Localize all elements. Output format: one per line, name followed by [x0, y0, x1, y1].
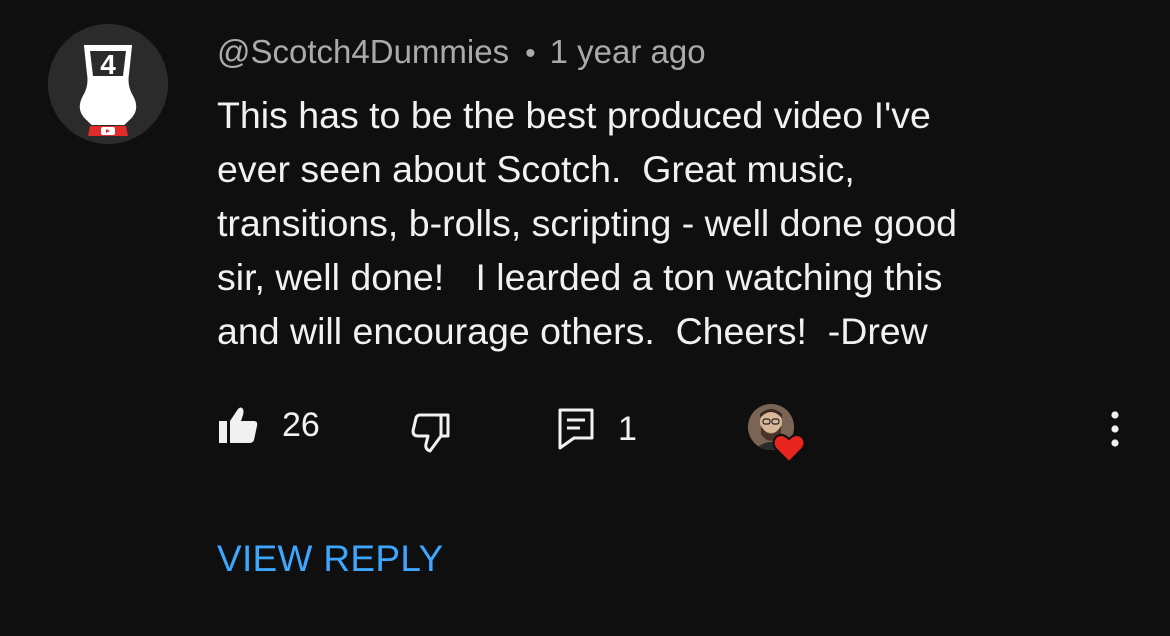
like-button[interactable]: 26: [218, 405, 320, 445]
comment-meta: @Scotch4Dummies • 1 year ago: [217, 30, 706, 76]
comment-icon: [558, 408, 594, 450]
reply-button[interactable]: 1: [558, 408, 637, 450]
comment-line: sir, well done! I learded a ton watching…: [217, 256, 943, 298]
more-options-button[interactable]: [1100, 404, 1130, 454]
author-handle[interactable]: @Scotch4Dummies: [217, 33, 509, 70]
comment-body: This has to be the best produced video I…: [217, 88, 1147, 358]
like-count: 26: [282, 405, 320, 444]
author-avatar[interactable]: 4: [48, 24, 168, 144]
comment-timestamp[interactable]: 1 year ago: [550, 33, 706, 70]
reply-count: 1: [618, 409, 637, 448]
comment-line: This has to be the best produced video I…: [217, 94, 931, 136]
more-vertical-icon: [1111, 411, 1119, 447]
comment-line: and will encourage others. Cheers! -Drew: [217, 310, 928, 352]
heart-icon: [772, 433, 806, 464]
comment-line: transitions, b-rolls, scripting - well d…: [217, 202, 957, 244]
comment-line: ever seen about Scotch. Great music,: [217, 148, 855, 190]
creator-heart-badge: [748, 404, 808, 468]
meta-separator: •: [525, 37, 536, 70]
svg-text:4: 4: [100, 49, 116, 80]
dislike-button[interactable]: [410, 412, 452, 454]
view-reply-link[interactable]: VIEW REPLY: [217, 538, 443, 580]
scotch-glass-4-logo-icon: 4: [48, 24, 168, 144]
thumbs-down-outline-icon: [411, 413, 450, 453]
thumbs-up-filled-icon: [219, 407, 258, 443]
